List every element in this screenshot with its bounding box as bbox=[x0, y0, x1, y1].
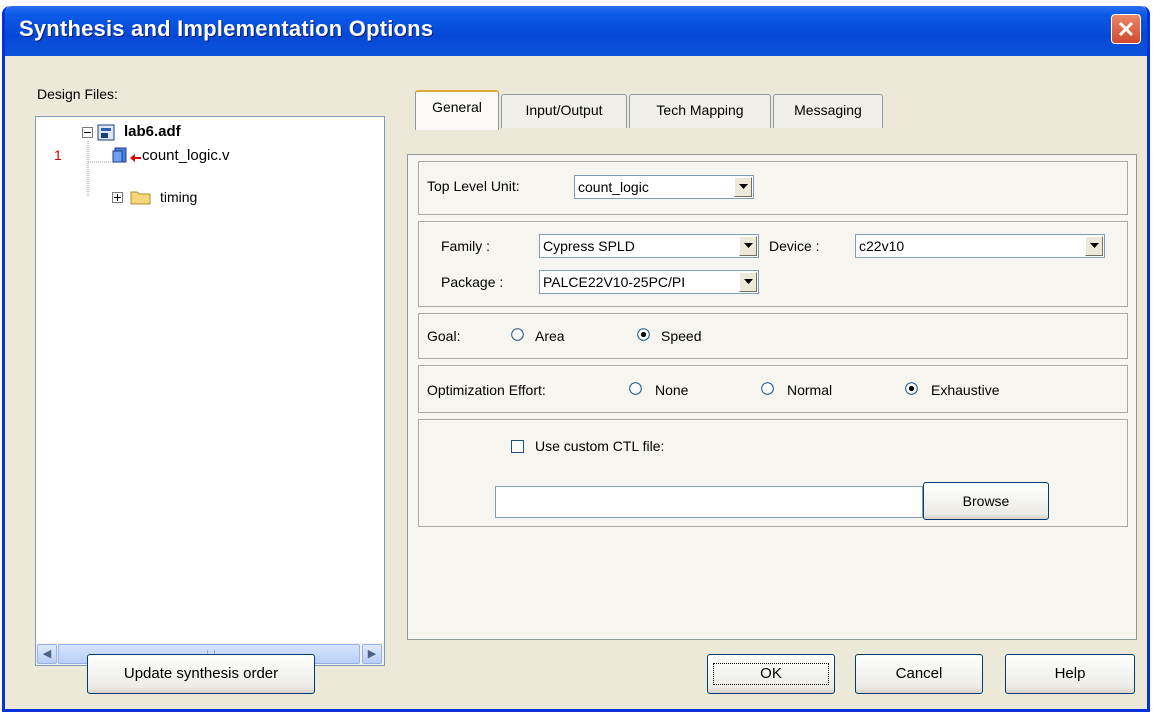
package-label: Package : bbox=[441, 274, 504, 290]
effort-none-label: None bbox=[655, 382, 689, 398]
custom-ctl-checkbox[interactable] bbox=[511, 440, 524, 453]
design-files-tree[interactable]: lab6.adf 1 count_logic.v timing ◀ ▶ bbox=[35, 116, 385, 666]
goal-speed-radio[interactable] bbox=[637, 328, 650, 341]
effort-exhaustive-radio[interactable] bbox=[905, 382, 918, 395]
effort-normal-label: Normal bbox=[787, 382, 833, 398]
device-dropdown-button[interactable] bbox=[1085, 236, 1103, 256]
effort-none-radio[interactable] bbox=[629, 382, 642, 395]
goal-group: Goal: Area Speed bbox=[418, 313, 1128, 359]
close-button[interactable] bbox=[1111, 14, 1141, 44]
verilog-file-icon bbox=[112, 147, 127, 163]
package-dropdown-button[interactable] bbox=[739, 272, 757, 292]
browse-button[interactable]: Browse bbox=[923, 482, 1049, 520]
custom-ctl-group: Use custom CTL file: Browse bbox=[418, 419, 1128, 527]
device-select[interactable]: c22v10 bbox=[855, 234, 1105, 258]
goal-area-radio[interactable] bbox=[511, 328, 524, 341]
ctl-file-path-input[interactable] bbox=[495, 486, 923, 518]
top-level-value: count_logic bbox=[578, 179, 649, 195]
chevron-down-icon bbox=[739, 184, 748, 189]
folder-icon bbox=[130, 191, 151, 205]
scroll-left-button[interactable]: ◀ bbox=[37, 644, 57, 664]
family-label: Family : bbox=[441, 238, 490, 254]
tree-file-label[interactable]: count_logic.v bbox=[142, 147, 230, 164]
goal-label: Goal: bbox=[427, 328, 461, 344]
title-bar[interactable]: Synthesis and Implementation Options bbox=[5, 6, 1147, 56]
expand-toggle-icon[interactable] bbox=[112, 192, 123, 203]
device-label: Device : bbox=[769, 238, 820, 254]
family-select[interactable]: Cypress SPLD bbox=[539, 234, 759, 258]
tree-folder-label[interactable]: timing bbox=[160, 189, 197, 205]
top-level-arrow-icon bbox=[130, 154, 141, 162]
family-value: Cypress SPLD bbox=[543, 238, 635, 254]
family-dropdown-button[interactable] bbox=[739, 236, 757, 256]
tree-root-label[interactable]: lab6.adf bbox=[124, 123, 181, 140]
general-tab-panel: Top Level Unit: count_logic Family : Cyp… bbox=[407, 154, 1137, 640]
effort-label: Optimization Effort: bbox=[427, 382, 546, 398]
effort-exhaustive-label: Exhaustive bbox=[931, 382, 1000, 398]
goal-speed-label: Speed bbox=[661, 328, 702, 344]
goal-area-label: Area bbox=[535, 328, 565, 344]
top-level-group: Top Level Unit: count_logic bbox=[418, 161, 1128, 215]
dialog-title: Synthesis and Implementation Options bbox=[19, 16, 434, 41]
collapse-toggle-icon[interactable] bbox=[82, 127, 93, 138]
chevron-down-icon bbox=[744, 243, 753, 248]
design-files-label: Design Files: bbox=[37, 86, 118, 102]
ok-button[interactable]: OK bbox=[707, 654, 835, 694]
top-level-dropdown-button[interactable] bbox=[734, 177, 752, 197]
custom-ctl-label: Use custom CTL file: bbox=[535, 438, 665, 454]
synthesis-order-number: 1 bbox=[54, 147, 62, 163]
package-value: PALCE22V10-25PC/PI bbox=[543, 274, 686, 290]
dialog-window: Synthesis and Implementation Options Des… bbox=[2, 6, 1150, 712]
top-level-select[interactable]: count_logic bbox=[574, 175, 754, 199]
project-icon bbox=[97, 124, 115, 141]
update-synthesis-order-button[interactable]: Update synthesis order bbox=[87, 654, 315, 694]
scroll-right-button[interactable]: ▶ bbox=[362, 644, 382, 664]
tab-tech-mapping[interactable]: Tech Mapping bbox=[629, 94, 771, 128]
tab-messaging[interactable]: Messaging bbox=[773, 94, 883, 128]
tab-general[interactable]: General bbox=[415, 90, 499, 130]
ok-button-label: OK bbox=[713, 663, 829, 685]
device-value: c22v10 bbox=[859, 238, 905, 254]
top-level-label: Top Level Unit: bbox=[427, 178, 520, 194]
tab-input-output[interactable]: Input/Output bbox=[501, 94, 627, 128]
chevron-down-icon bbox=[1090, 243, 1099, 248]
help-button[interactable]: Help bbox=[1005, 654, 1135, 694]
target-device-group: Family : Cypress SPLD Device : c22v10 Pa… bbox=[418, 221, 1128, 307]
optimization-effort-group: Optimization Effort: None Normal Exhaust… bbox=[418, 365, 1128, 413]
close-icon bbox=[1118, 21, 1134, 37]
package-select[interactable]: PALCE22V10-25PC/PI bbox=[539, 270, 759, 294]
chevron-down-icon bbox=[744, 279, 753, 284]
effort-normal-radio[interactable] bbox=[761, 382, 774, 395]
cancel-button[interactable]: Cancel bbox=[855, 654, 983, 694]
